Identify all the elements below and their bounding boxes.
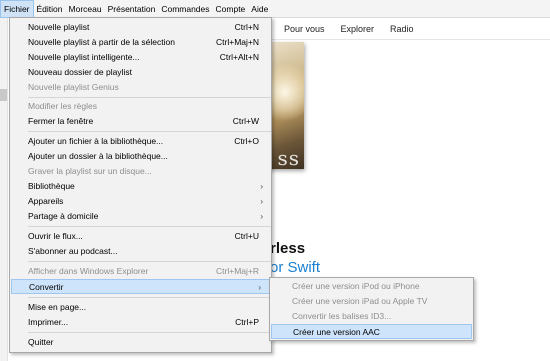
menu-item-appareils[interactable]: Appareils › <box>10 194 271 209</box>
chevron-right-icon: › <box>258 283 261 292</box>
menu-item-playlist-genius: Nouvelle playlist Genius <box>10 80 271 95</box>
menu-item-label: Appareils <box>28 196 64 206</box>
menu-item-graver-playlist: Graver la playlist sur un disque... <box>10 164 271 179</box>
menu-item-label: Nouvelle playlist à partir de la sélecti… <box>28 37 175 47</box>
tab-radio[interactable]: Radio <box>382 18 422 40</box>
menu-separator <box>28 131 271 132</box>
menu-separator <box>28 226 271 227</box>
menu-aide[interactable]: Aide <box>248 0 271 18</box>
submenu-item-version-ipod: Créer une version iPod ou iPhone <box>270 279 473 294</box>
menu-item-playlist-intelligente[interactable]: Nouvelle playlist intelligente... Ctrl+A… <box>10 50 271 65</box>
menu-item-shortcut: Ctrl+Maj+R <box>216 266 259 276</box>
menu-item-nouvelle-playlist[interactable]: Nouvelle playlist Ctrl+N <box>10 20 271 35</box>
chevron-right-icon: › <box>260 197 263 206</box>
top-navigation: Pour vous Explorer Radio <box>270 18 550 40</box>
submenu-item-version-aac[interactable]: Créer une version AAC <box>271 324 472 339</box>
menu-item-partage-domicile[interactable]: Partage à domicile › <box>10 209 271 224</box>
sidebar-strip <box>0 18 8 361</box>
menu-item-label: Ouvrir le flux... <box>28 231 83 241</box>
menu-item-label: Quitter <box>28 337 54 347</box>
menu-item-ajouter-dossier[interactable]: Ajouter un dossier à la bibliothèque... <box>10 149 271 164</box>
menu-morceau[interactable]: Morceau <box>66 0 105 18</box>
menu-item-label: Ajouter un dossier à la bibliothèque... <box>28 151 168 161</box>
menu-item-shortcut: Ctrl+N <box>234 22 259 32</box>
menu-item-label: Nouvelle playlist <box>28 22 90 32</box>
menu-item-label: Convertir <box>29 282 64 292</box>
menu-item-label: Mise en page... <box>28 302 87 312</box>
menu-item-label: Imprimer... <box>28 317 69 327</box>
menu-item-label: S'abonner au podcast... <box>28 246 118 256</box>
submenu-item-label: Créer une version iPod ou iPhone <box>292 281 420 291</box>
file-menu-dropdown: Nouvelle playlist Ctrl+N Nouvelle playli… <box>9 17 272 353</box>
submenu-item-label: Créer une version AAC <box>293 327 380 337</box>
submenu-item-label: Convertir les balises ID3... <box>292 311 392 321</box>
menu-item-label: Partage à domicile <box>28 211 99 221</box>
menu-item-quitter[interactable]: Quitter <box>10 335 271 350</box>
submenu-item-version-ipad: Créer une version iPad ou Apple TV <box>270 294 473 309</box>
menu-compte[interactable]: Compte <box>213 0 249 18</box>
chevron-right-icon: › <box>260 212 263 221</box>
menu-presentation[interactable]: Présentation <box>105 0 159 18</box>
menu-separator <box>28 297 271 298</box>
menu-item-nouvelle-playlist-selection[interactable]: Nouvelle playlist à partir de la sélecti… <box>10 35 271 50</box>
menu-item-shortcut: Ctrl+P <box>235 317 259 327</box>
sidebar-selection <box>0 89 7 101</box>
menu-item-shortcut: Ctrl+W <box>232 116 259 126</box>
menu-separator <box>28 97 271 98</box>
artwork-lettering: ss <box>277 146 300 169</box>
menu-separator <box>28 261 271 262</box>
album-title: rless <box>270 240 306 257</box>
menu-separator <box>28 332 271 333</box>
menu-item-label: Ajouter un fichier à la bibliothèque... <box>28 136 164 146</box>
menu-edition[interactable]: Édition <box>34 0 66 18</box>
menu-fichier[interactable]: Fichier <box>0 0 34 18</box>
menu-item-afficher-explorer: Afficher dans Windows Explorer Ctrl+Maj+… <box>10 264 271 279</box>
menu-item-imprimer[interactable]: Imprimer... Ctrl+P <box>10 315 271 330</box>
menu-item-label: Nouveau dossier de playlist <box>28 67 132 77</box>
menu-item-ouvrir-flux[interactable]: Ouvrir le flux... Ctrl+U <box>10 229 271 244</box>
menu-item-label: Afficher dans Windows Explorer <box>28 266 149 276</box>
submenu-item-label: Créer une version iPad ou Apple TV <box>292 296 428 306</box>
menu-item-convertir[interactable]: Convertir › <box>11 279 270 294</box>
menu-item-dossier-playlist[interactable]: Nouveau dossier de playlist <box>10 65 271 80</box>
menu-item-ajouter-fichier[interactable]: Ajouter un fichier à la bibliothèque... … <box>10 134 271 149</box>
convert-submenu: Créer une version iPod ou iPhone Créer u… <box>269 277 474 341</box>
menu-item-label: Bibliothèque <box>28 181 75 191</box>
menu-item-abonner-podcast[interactable]: S'abonner au podcast... <box>10 244 271 259</box>
tab-explorer[interactable]: Explorer <box>333 18 383 40</box>
menu-item-shortcut: Ctrl+U <box>234 231 259 241</box>
album-artist-link[interactable]: or Swift <box>270 259 320 276</box>
menu-item-shortcut: Ctrl+Maj+N <box>216 37 259 47</box>
menu-bar: Fichier Édition Morceau Présentation Com… <box>0 0 550 18</box>
menu-item-shortcut: Ctrl+Alt+N <box>219 52 259 62</box>
menu-commandes[interactable]: Commandes <box>158 0 212 18</box>
tab-pour-vous[interactable]: Pour vous <box>270 18 333 40</box>
submenu-item-balises-id3: Convertir les balises ID3... <box>270 309 473 324</box>
menu-item-label: Fermer la fenêtre <box>28 116 94 126</box>
menu-item-modifier-regles: Modifier les règles <box>10 99 271 114</box>
menu-item-label: Nouvelle playlist Genius <box>28 82 119 92</box>
menu-item-label: Graver la playlist sur un disque... <box>28 166 152 176</box>
menu-item-mise-en-page[interactable]: Mise en page... <box>10 300 271 315</box>
menu-item-fermer-fenetre[interactable]: Fermer la fenêtre Ctrl+W <box>10 114 271 129</box>
menu-item-bibliotheque[interactable]: Bibliothèque › <box>10 179 271 194</box>
menu-item-label: Nouvelle playlist intelligente... <box>28 52 140 62</box>
chevron-right-icon: › <box>260 182 263 191</box>
menu-item-shortcut: Ctrl+O <box>234 136 259 146</box>
menu-item-label: Modifier les règles <box>28 101 97 111</box>
